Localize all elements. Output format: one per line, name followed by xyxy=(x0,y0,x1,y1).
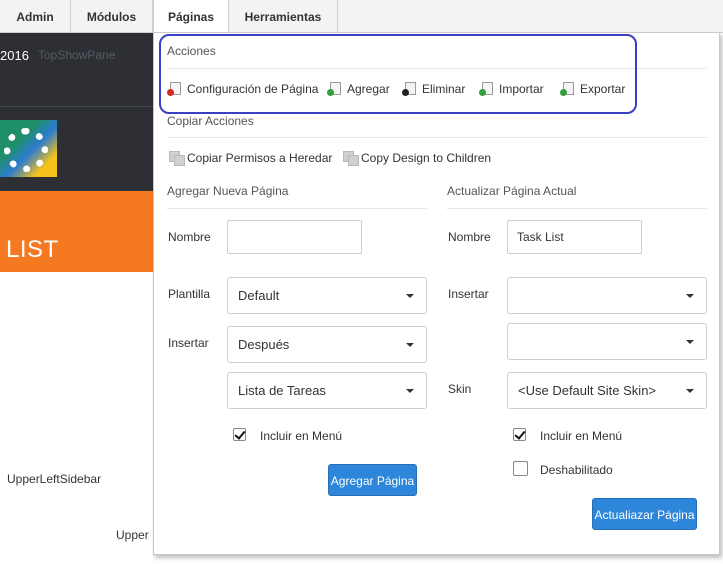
actualizar-insertar-label: Insertar xyxy=(448,287,489,301)
copy-permissions-icon xyxy=(169,151,185,166)
actualizar-insertar-position-select[interactable] xyxy=(507,277,707,314)
agregar-nombre-input[interactable] xyxy=(227,220,362,254)
plantilla-select[interactable]: Default xyxy=(227,277,427,314)
skin-value: <Use Default Site Skin> xyxy=(518,383,657,398)
deshabilitado-label: Deshabilitado xyxy=(540,463,613,477)
actualizar-nombre-input[interactable]: Task List xyxy=(507,220,642,254)
deshabilitado-checkbox[interactable] xyxy=(513,461,528,476)
chevron-down-icon xyxy=(406,343,414,347)
action-copy-design-label: Copy Design to Children xyxy=(361,151,492,165)
upper-left-sidebar-pane: UpperLeftSidebar xyxy=(7,472,102,486)
agregar-incluir-menu-checkbox[interactable] xyxy=(233,428,246,441)
top-show-pane-label: TopShowPane xyxy=(38,48,116,62)
actualizar-nombre-label: Nombre xyxy=(448,230,491,244)
logo-ring-icon xyxy=(4,128,48,172)
plantilla-label: Plantilla xyxy=(168,287,211,301)
agregar-incluir-menu-label: Incluir en Menú xyxy=(260,429,343,443)
acciones-highlight-annotation xyxy=(159,34,637,114)
actualizar-pagina-button[interactable]: Actualiazar Página xyxy=(592,498,697,530)
plantilla-value: Default xyxy=(238,288,280,303)
action-copiar-permisos[interactable]: Copiar Permisos a Heredar xyxy=(169,151,333,166)
agregar-nombre-label: Nombre xyxy=(168,230,211,244)
actualizar-pagina-title: Actualizar Página Actual xyxy=(447,184,577,198)
agregar-insertar-position-value: Después xyxy=(238,337,290,352)
upper-pane: Upper xyxy=(116,528,149,542)
copiar-divider xyxy=(167,137,707,138)
skin-label: Skin xyxy=(448,382,472,396)
chevron-down-icon xyxy=(406,389,414,393)
header-year: 2016 xyxy=(0,48,29,63)
header-divider xyxy=(0,106,160,107)
chevron-down-icon xyxy=(406,294,414,298)
menu-admin[interactable]: Admin xyxy=(0,0,71,32)
copy-design-icon xyxy=(343,151,359,166)
agregar-insertar-position-select[interactable]: Después xyxy=(227,326,427,363)
chevron-down-icon xyxy=(686,389,694,393)
agregar-pagina-button[interactable]: Agregar Página xyxy=(328,464,417,496)
copiar-acciones-title: Copiar Acciones xyxy=(167,114,254,128)
action-copy-design[interactable]: Copy Design to Children xyxy=(343,151,492,166)
agregar-nueva-pagina-title: Agregar Nueva Página xyxy=(167,184,289,198)
chevron-down-icon xyxy=(686,294,694,298)
agregar-insertar-page-value: Lista de Tareas xyxy=(238,383,326,398)
menu-modulos[interactable]: Módulos xyxy=(71,0,153,32)
menu-herramientas[interactable]: Herramientas xyxy=(229,0,338,32)
menu-paginas[interactable]: Páginas xyxy=(153,0,229,32)
action-copiar-permisos-label: Copiar Permisos a Heredar xyxy=(187,151,333,165)
agregar-insertar-page-select[interactable]: Lista de Tareas xyxy=(227,372,427,409)
agregar-divider xyxy=(167,208,427,209)
actualizar-incluir-menu-label: Incluir en Menú xyxy=(540,429,623,443)
page-banner-title: LIST xyxy=(6,236,59,263)
skin-select[interactable]: <Use Default Site Skin> xyxy=(507,372,707,409)
chevron-down-icon xyxy=(686,340,694,344)
admin-toolbar: Admin Módulos Páginas Herramientas xyxy=(0,0,723,33)
site-logo[interactable] xyxy=(0,120,57,177)
actualizar-divider xyxy=(447,208,707,209)
actualizar-incluir-menu-checkbox[interactable] xyxy=(513,428,526,441)
actualizar-insertar-page-select[interactable] xyxy=(507,323,707,360)
agregar-insertar-label: Insertar xyxy=(168,336,209,350)
